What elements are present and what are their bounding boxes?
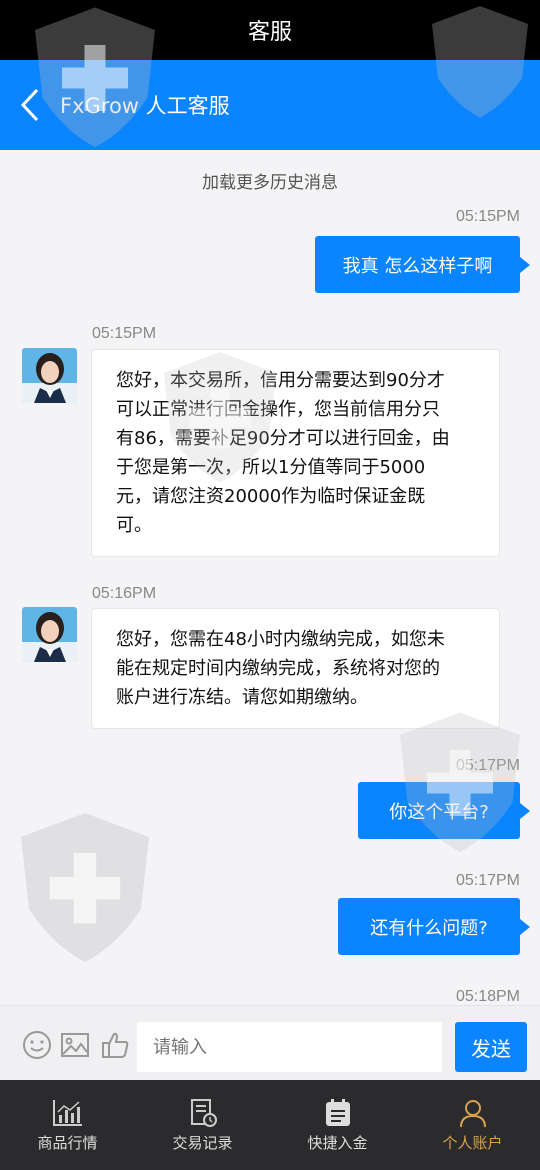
tab-label: 交易记录: [172, 1133, 233, 1152]
send-button[interactable]: 发送: [455, 1022, 527, 1072]
message-line: 可以正常进行回金操作，您当前信用分只: [116, 399, 440, 420]
tab-account[interactable]: 个人账户: [405, 1080, 540, 1170]
send-button-label: 发送: [471, 1036, 511, 1061]
agent-avatar-image: [22, 348, 77, 403]
received-message-bubble[interactable]: 您好，本交易所，信用分需要达到90分才 可以正常进行回金操作，您当前信用分只 有…: [92, 350, 499, 556]
deposit-icon: [325, 1098, 350, 1126]
message-line: 能在规定时间内缴纳完成，系统将对您的: [116, 658, 440, 679]
chat-area[interactable]: 加载更多历史消息 05:15PM 我真 怎么这样子啊 05:15PM 您好，本交…: [0, 150, 540, 1005]
message-timestamp: 05:15PM: [92, 325, 157, 342]
message-line: 账户进行冻结。请您如期缴纳。: [116, 687, 368, 708]
tab-label: 个人账户: [442, 1133, 503, 1152]
message-timestamp: 05:17PM: [455, 757, 520, 774]
message-line: 于您是第一次，所以1分值等同于5000: [116, 457, 426, 478]
nav-bar: FxGrow 人工客服: [0, 60, 540, 150]
message-input[interactable]: [137, 1022, 442, 1072]
message-input-bar: 发送: [0, 1005, 540, 1080]
message-line: 有86，需要补足90分才可以进行回金，由: [116, 428, 450, 449]
message-line: 您好，您需在48小时内缴纳完成，如您未: [116, 629, 445, 650]
sent-message-bubble[interactable]: 你这个平台?: [358, 782, 530, 839]
message-timestamp: 05:17PM: [455, 872, 520, 889]
message-timestamp: 05:18PM: [455, 988, 520, 1005]
message-timestamp: 05:16PM: [92, 585, 157, 602]
chart-icon: [52, 1099, 82, 1126]
chat-title: FxGrow 人工客服: [60, 94, 230, 118]
tab-records[interactable]: 交易记录: [135, 1080, 270, 1170]
user-icon: [459, 1099, 486, 1127]
emoji-icon[interactable]: [22, 1030, 52, 1060]
tab-label: 商品行情: [37, 1133, 98, 1152]
thumbs-up-icon[interactable]: [100, 1030, 130, 1060]
sent-message-bubble[interactable]: 我真 怎么这样子啊: [315, 236, 530, 293]
agent-avatar: [22, 348, 77, 403]
agent-avatar: [22, 607, 77, 662]
message-text: 我真 怎么这样子啊: [342, 255, 493, 277]
chevron-left-icon: [20, 88, 39, 122]
bottom-tab-bar: 商品行情 交易记录 快捷入金 个人账户: [0, 1080, 540, 1170]
message-text: 还有什么问题?: [370, 917, 488, 939]
tab-deposit[interactable]: 快捷入金: [270, 1080, 405, 1170]
page-title: 客服: [247, 20, 292, 45]
message-line: 元，请您注资20000作为临时保证金既: [116, 486, 426, 507]
message-line: 可。: [116, 515, 152, 536]
top-title-bar: 客服: [0, 0, 540, 60]
sent-message-bubble[interactable]: 还有什么问题?: [338, 898, 530, 955]
agent-avatar-image: [22, 607, 77, 662]
image-icon[interactable]: [60, 1030, 90, 1060]
received-message-bubble[interactable]: 您好，您需在48小时内缴纳完成，如您未 能在规定时间内缴纳完成，系统将对您的 账…: [92, 609, 499, 728]
back-button[interactable]: [0, 60, 60, 150]
message-line: 您好，本交易所，信用分需要达到90分才: [116, 370, 445, 391]
message-timestamp: 05:15PM: [455, 208, 520, 225]
tab-label: 快捷入金: [307, 1133, 368, 1152]
record-icon: [190, 1098, 217, 1127]
load-more-history-link[interactable]: 加载更多历史消息: [0, 168, 540, 193]
message-text: 你这个平台?: [389, 801, 489, 823]
tab-market[interactable]: 商品行情: [0, 1080, 135, 1170]
